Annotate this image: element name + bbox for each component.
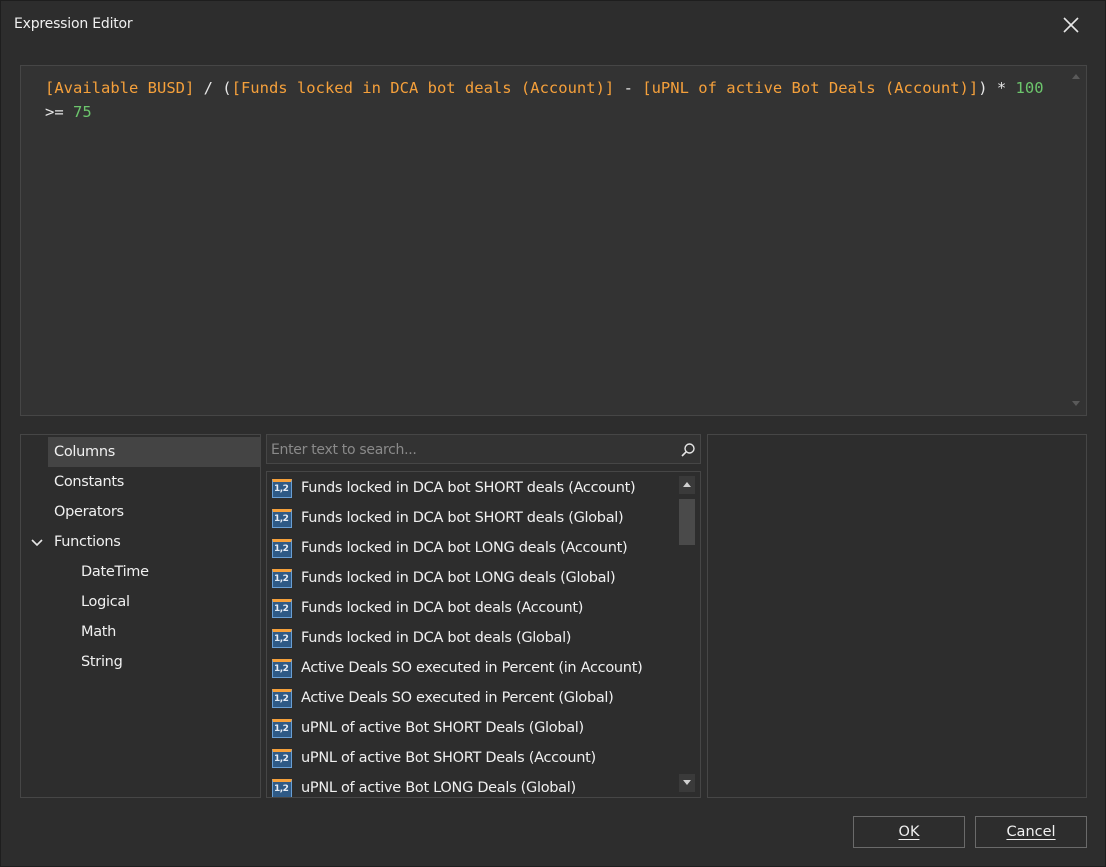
chevron-down-icon[interactable]: [30, 536, 44, 550]
numeric-column-icon: 1,2: [272, 719, 292, 738]
category-logical[interactable]: Logical: [75, 587, 260, 617]
expression-code[interactable]: [Available BUSD] / ([Funds locked in DCA…: [45, 76, 1045, 124]
list-item[interactable]: 1,2 Funds locked in DCA bot LONG deals (A…: [269, 533, 674, 563]
numeric-column-icon: 1,2: [272, 569, 292, 588]
close-icon: [1063, 17, 1079, 33]
numeric-column-icon: 1,2: [272, 599, 292, 618]
expression-token-num: 75: [73, 103, 92, 121]
numeric-column-icon: 1,2: [272, 479, 292, 498]
list-item[interactable]: 1,2 Active Deals SO executed in Percent (…: [269, 683, 674, 713]
cancel-button[interactable]: Cancel: [975, 816, 1087, 848]
category-string[interactable]: String: [75, 647, 260, 677]
category-datetime[interactable]: DateTime: [75, 557, 260, 587]
scroll-thumb[interactable]: [679, 499, 695, 545]
list-item-label: Funds locked in DCA bot LONG deals (Glob…: [301, 570, 616, 586]
list-item[interactable]: 1,2 Funds locked in DCA bot SHORT deals (…: [269, 503, 674, 533]
list-item[interactable]: 1,2 Funds locked in DCA bot deals (Global…: [269, 623, 674, 653]
expression-editor-dialog: Expression Editor [Available BUSD] / ([F…: [0, 0, 1106, 867]
numeric-column-icon: 1,2: [272, 509, 292, 528]
dialog-title: Expression Editor: [14, 16, 133, 32]
list-item-label: Active Deals SO executed in Percent (in …: [301, 660, 643, 676]
editor-scroll-down-icon: [1072, 401, 1080, 406]
expression-token-op: / (: [194, 79, 232, 97]
list-item-label: Funds locked in DCA bot deals (Account): [301, 600, 584, 616]
list-item-label: uPNL of active Bot SHORT Deals (Global): [301, 720, 584, 736]
numeric-column-icon: 1,2: [272, 539, 292, 558]
category-functions[interactable]: Functions: [48, 527, 260, 557]
list-item-label: Active Deals SO executed in Percent (Glo…: [301, 690, 614, 706]
expression-token-num: 100: [1015, 79, 1044, 97]
search-icon[interactable]: [680, 442, 696, 458]
list-item-label: Funds locked in DCA bot deals (Global): [301, 630, 572, 646]
editor-scroll-up-icon: [1072, 74, 1080, 79]
list-item-label: Funds locked in DCA bot SHORT deals (Acc…: [301, 480, 636, 496]
numeric-column-icon-text: 1,2: [274, 724, 289, 734]
expression-token-field: [uPNL of active Bot Deals (Account)]: [642, 79, 979, 97]
list-item-label: uPNL of active Bot LONG Deals (Global): [301, 780, 576, 796]
category-tree: Columns Constants Operators Functions Da…: [20, 434, 261, 798]
expression-token-op: -: [614, 79, 643, 97]
scroll-down-arrow-icon[interactable]: [679, 774, 695, 792]
search-input[interactable]: [271, 439, 671, 461]
category-constants[interactable]: Constants: [48, 467, 260, 497]
numeric-column-icon-text: 1,2: [274, 784, 289, 794]
ok-button[interactable]: OK: [853, 816, 965, 848]
list-item[interactable]: 1,2 Active Deals SO executed in Percent (…: [269, 653, 674, 683]
list-item[interactable]: 1,2 Funds locked in DCA bot SHORT deals (…: [269, 473, 674, 503]
numeric-column-icon: 1,2: [272, 689, 292, 708]
list-item-label: Funds locked in DCA bot SHORT deals (Glo…: [301, 510, 624, 526]
numeric-column-icon-text: 1,2: [274, 514, 289, 524]
expression-text-area[interactable]: [Available BUSD] / ([Funds locked in DCA…: [20, 65, 1087, 416]
list-scrollbar[interactable]: [677, 474, 697, 795]
expression-token-field: [Funds locked in DCA bot deals (Account)…: [231, 79, 615, 97]
numeric-column-icon: 1,2: [272, 629, 292, 648]
list-item[interactable]: 1,2 Funds locked in DCA bot LONG deals (G…: [269, 563, 674, 593]
category-math[interactable]: Math: [75, 617, 260, 647]
list-item-label: Funds locked in DCA bot LONG deals (Acco…: [301, 540, 628, 556]
numeric-column-icon: 1,2: [272, 749, 292, 768]
numeric-column-icon-text: 1,2: [274, 754, 289, 764]
numeric-column-icon-text: 1,2: [274, 694, 289, 704]
list-item[interactable]: 1,2 Funds locked in DCA bot deals (Accoun…: [269, 593, 674, 623]
expression-token-field: [Available BUSD]: [45, 79, 195, 97]
title-bar: Expression Editor: [1, 1, 1106, 49]
list-item[interactable]: 1,2 uPNL of active Bot SHORT Deals (Accou…: [269, 743, 674, 773]
list-item-label: uPNL of active Bot SHORT Deals (Account): [301, 750, 596, 766]
close-button[interactable]: [1056, 10, 1086, 40]
expression-token-op: ) *: [978, 79, 1016, 97]
numeric-column-icon-text: 1,2: [274, 544, 289, 554]
numeric-column-icon: 1,2: [272, 659, 292, 678]
search-box: [266, 434, 701, 464]
numeric-column-icon-text: 1,2: [274, 664, 289, 674]
columns-list: 1,2 Funds locked in DCA bot SHORT deals (…: [266, 471, 701, 798]
numeric-column-icon-text: 1,2: [274, 634, 289, 644]
numeric-column-icon: 1,2: [272, 779, 292, 797]
numeric-column-icon-text: 1,2: [274, 484, 289, 494]
category-operators[interactable]: Operators: [48, 497, 260, 527]
numeric-column-icon-text: 1,2: [274, 574, 289, 584]
category-columns[interactable]: Columns: [48, 437, 260, 467]
numeric-column-icon-text: 1,2: [274, 604, 289, 614]
description-panel: [707, 434, 1087, 798]
scroll-up-arrow-icon[interactable]: [679, 476, 695, 494]
list-item[interactable]: 1,2 uPNL of active Bot LONG Deals (Global…: [269, 773, 674, 797]
list-item[interactable]: 1,2 uPNL of active Bot SHORT Deals (Globa…: [269, 713, 674, 743]
